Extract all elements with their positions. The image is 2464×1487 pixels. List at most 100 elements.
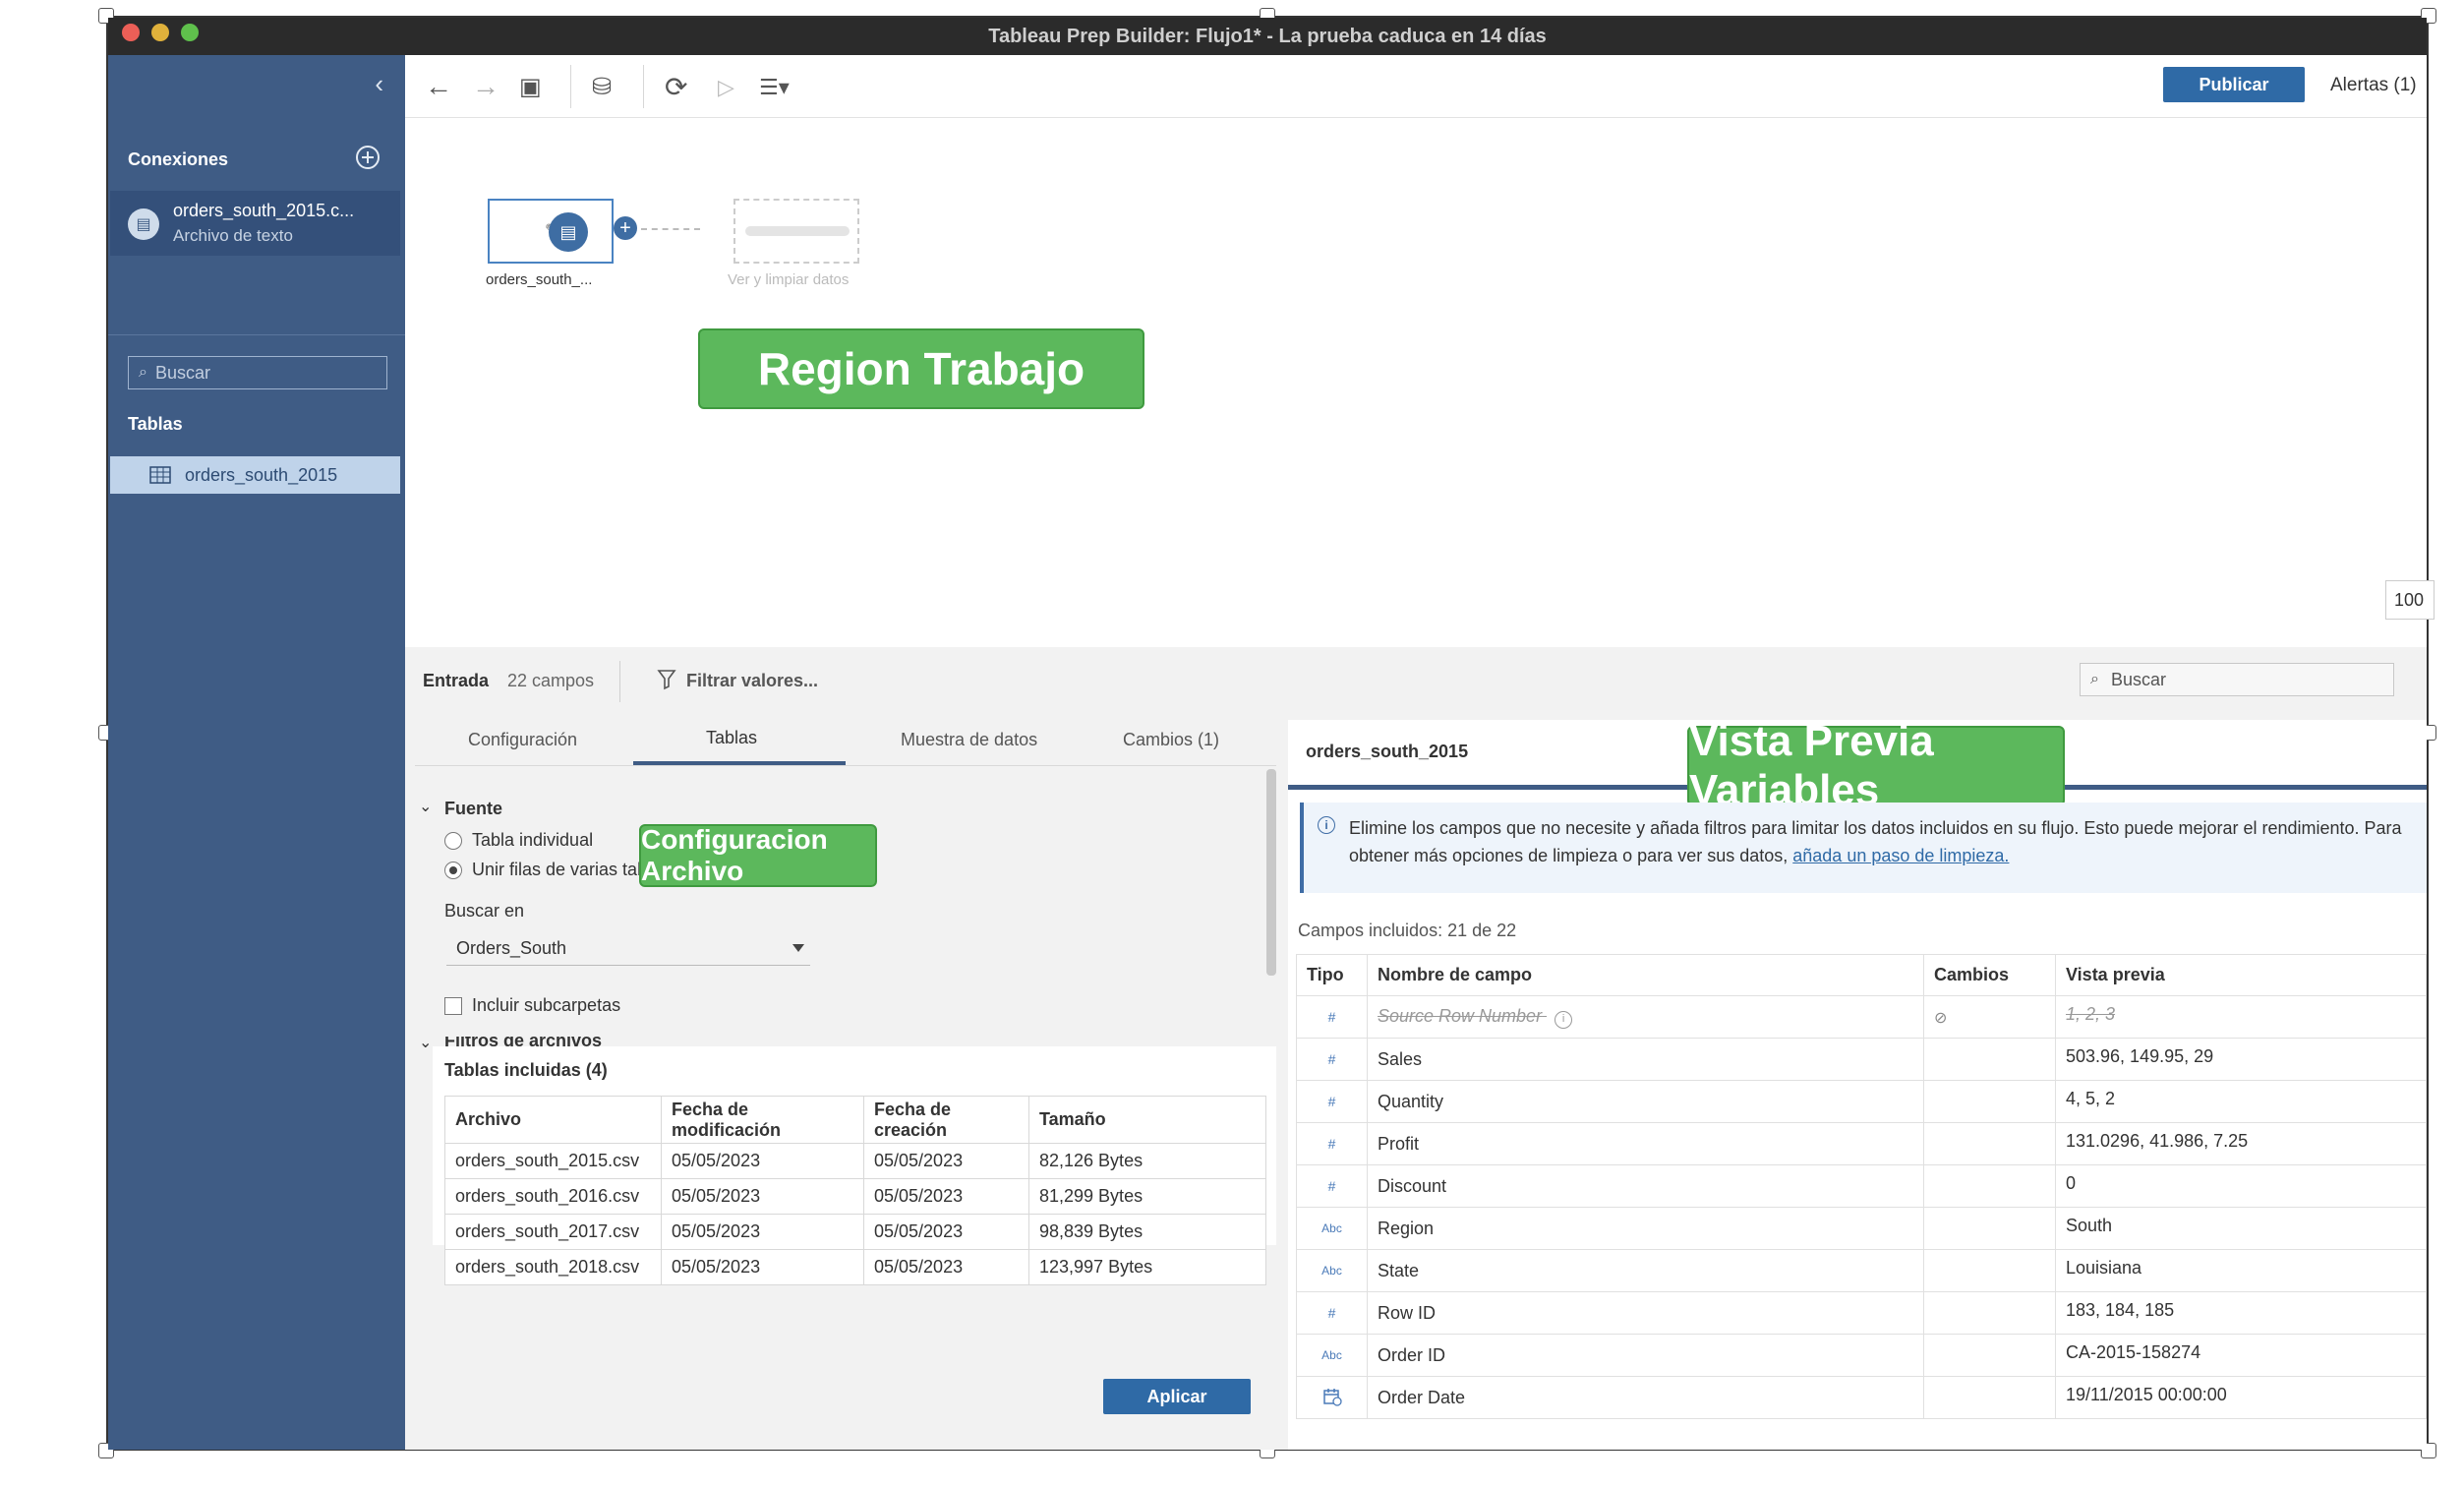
connections-title: Conexiones [128,149,229,169]
tab-cambios[interactable]: Cambios (1) [1123,730,1219,750]
column-header[interactable]: Nombre de campo [1367,954,1924,996]
modified-date-cell: 05/05/2023 [661,1214,864,1250]
created-date-cell: 05/05/2023 [863,1178,1029,1215]
ghost-node-bar [745,226,850,236]
changes-cell [1923,1207,2056,1250]
field-row[interactable]: Order Date 19/11/2015 00:00:00 [1296,1376,2427,1419]
add-step-icon[interactable]: + [614,216,637,240]
string-type-icon[interactable]: Abc [1296,1334,1368,1377]
field-row[interactable]: # Row ID 183, 184, 185 [1296,1291,2427,1335]
collapse-sidebar-icon[interactable]: ‹ [375,69,383,99]
forward-arrow-icon[interactable]: → [472,71,499,102]
number-type-icon[interactable]: # [1296,1291,1368,1335]
field-row[interactable]: Abc State Louisiana [1296,1249,2427,1292]
run-flow-icon[interactable]: ▷ [718,75,734,100]
radio-single-label: Tabla individual [472,830,594,850]
number-type-icon[interactable]: # [1296,995,1368,1039]
fuente-label: Fuente [444,799,503,818]
field-row[interactable]: # Discount 0 [1296,1164,2427,1208]
config-archivo-label: Configuracion Archivo [639,824,877,887]
fields-header-row: Tipo Nombre de campo Cambios Vista previ… [1296,954,2427,996]
column-header[interactable]: Archivo [444,1096,662,1144]
column-header[interactable]: Fecha de modificación [661,1096,864,1144]
field-row[interactable]: Abc Region South [1296,1207,2427,1250]
toolbar: ← → ▣ ⛁ ⟳ ▷ ☰▾ Publicar Alertas (1) [405,55,2427,118]
include-subfolders-checkbox[interactable] [444,997,462,1015]
back-arrow-icon[interactable]: ← [425,71,452,102]
tab-configuracion[interactable]: Configuración [468,730,577,750]
apply-button[interactable]: Aplicar [1103,1379,1251,1414]
tab-muestra-datos[interactable]: Muestra de datos [901,730,1037,750]
zoom-level[interactable]: 100 [2385,580,2435,620]
string-type-icon[interactable]: Abc [1296,1249,1368,1292]
field-row[interactable]: # Sales 503.96, 149.95, 29 [1296,1038,2427,1081]
sidebar-search-input[interactable]: ⌕ Buscar [128,356,387,389]
filter-icon[interactable] [657,669,676,690]
settings-scrollbar[interactable] [1266,769,1276,976]
info-icon[interactable]: i [1555,1010,1573,1029]
changes-cell [1923,1291,2056,1335]
minimize-window-button[interactable] [151,24,169,41]
flow-canvas[interactable]: ✎ ▤ + orders_south_... Ver y limpiar dat… [405,118,2435,647]
number-type-icon[interactable]: # [1296,1080,1368,1123]
search-in-dropdown[interactable]: Orders_South [446,932,810,966]
panel-search-input[interactable]: ⌕ Buscar [2080,663,2394,696]
radio-single-table[interactable] [444,832,462,850]
file-node-icon: ▤ [549,212,588,252]
table-row[interactable]: orders_south_2018.csv 05/05/2023 05/05/2… [444,1249,1266,1285]
ghost-node-label: Ver y limpiar datos [728,271,850,288]
field-row[interactable]: # Profit 131.0296, 41.986, 7.25 [1296,1122,2427,1165]
fields-preview-panel: orders_south_2015 Vista Previa Variables… [1288,717,2427,1450]
sidebar: ‹ Conexiones ▤ orders_south_2015.c... Ar… [108,55,405,1450]
number-type-icon[interactable]: # [1296,1122,1368,1165]
radio-union-tables[interactable] [444,862,462,879]
close-window-button[interactable] [122,24,140,41]
table-row[interactable]: orders_south_2015.csv 05/05/2023 05/05/2… [444,1143,1266,1179]
field-name-cell: State [1367,1249,1924,1292]
search-in-value: Orders_South [456,938,567,958]
column-header[interactable]: Tipo [1296,954,1368,996]
changes-cell [1923,1334,2056,1377]
column-header[interactable]: Vista previa [2055,954,2427,996]
number-type-icon[interactable]: # [1296,1038,1368,1081]
fields-included-count: Campos incluidos: 21 de 22 [1298,921,1517,940]
settings-sliders-icon[interactable]: ☰▾ [759,75,790,100]
add-clean-step-link[interactable]: añada un paso de limpieza. [1792,846,2009,865]
column-header[interactable]: Tamaño [1028,1096,1266,1144]
panel-separator [619,661,620,702]
connection-type: Archivo de texto [173,226,293,245]
field-name-cell: Order ID [1367,1334,1924,1377]
number-type-icon[interactable]: # [1296,1164,1368,1208]
tab-tablas[interactable]: Tablas [706,728,757,748]
data-interpreter-icon[interactable]: ⛁ [592,73,612,101]
alerts-button[interactable]: Alertas (1) [2330,75,2417,96]
size-cell: 98,839 Bytes [1028,1214,1266,1250]
filter-values-button[interactable]: Filtrar valores... [686,671,818,691]
changes-cell: ⊘ [1923,995,2056,1039]
preview-cell: 19/11/2015 00:00:00 [2055,1376,2427,1419]
save-icon[interactable]: ▣ [519,73,542,101]
created-date-cell: 05/05/2023 [863,1249,1029,1285]
table-row[interactable]: orders_south_2017.csv 05/05/2023 05/05/2… [444,1214,1266,1250]
string-type-icon[interactable]: Abc [1296,1207,1368,1250]
zoom-window-button[interactable] [181,24,199,41]
changes-cell [1923,1249,2056,1292]
tabs-baseline [415,765,1276,766]
column-header[interactable]: Cambios [1923,954,2056,996]
field-row[interactable]: # Quantity 4, 5, 2 [1296,1080,2427,1123]
chevron-down-icon[interactable]: ⌄ [419,797,432,816]
sidebar-table-item[interactable]: orders_south_2015 [110,456,400,494]
table-row[interactable]: orders_south_2016.csv 05/05/2023 05/05/2… [444,1178,1266,1215]
field-name-cell: Sales [1367,1038,1924,1081]
add-connection-icon[interactable] [354,144,381,171]
date-type-icon[interactable] [1296,1376,1368,1419]
connection-item[interactable]: ▤ orders_south_2015.c... Archivo de text… [110,191,400,256]
publish-button[interactable]: Publicar [2163,67,2305,102]
table-icon [149,466,171,484]
field-row[interactable]: Abc Order ID CA-2015-158274 [1296,1334,2427,1377]
column-header[interactable]: Fecha de creación [863,1096,1029,1144]
preview-cell: 4, 5, 2 [2055,1080,2427,1123]
field-row[interactable]: # Source Row Number i ⊘ 1, 2, 3 [1296,995,2427,1039]
refresh-icon[interactable]: ⟳ [665,71,687,103]
window-titlebar: Tableau Prep Builder: Flujo1* - La prueb… [108,18,2427,55]
